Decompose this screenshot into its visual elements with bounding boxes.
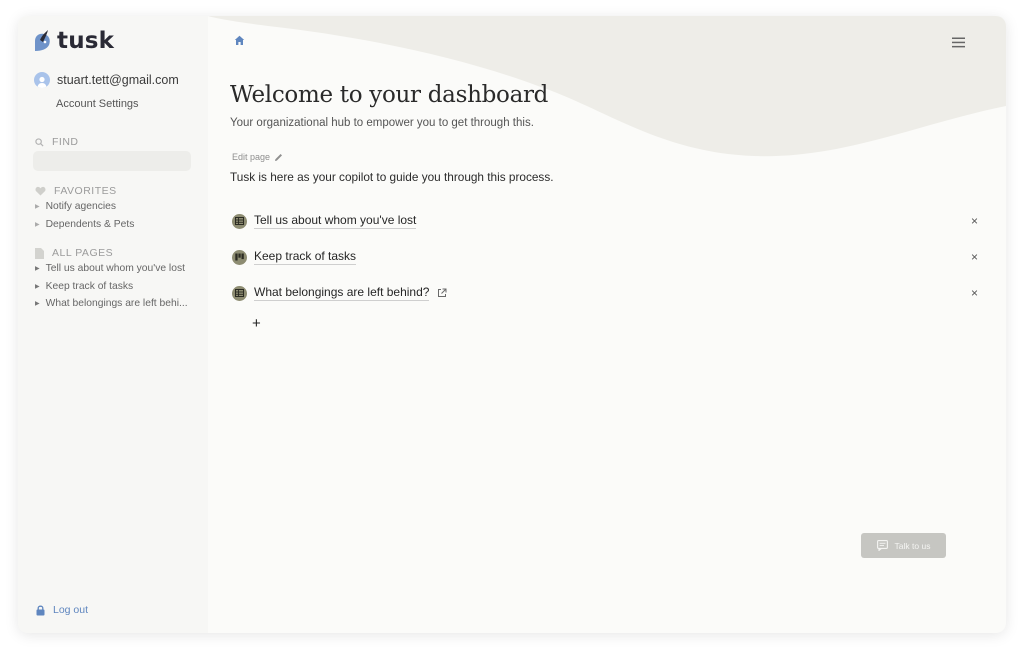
home-icon	[234, 35, 245, 45]
sidebar-item-whom-lost[interactable]: ▶ Tell us about whom you've lost	[35, 260, 188, 278]
search-input[interactable]	[33, 151, 191, 171]
hamburger-icon	[952, 37, 965, 48]
account-settings-link[interactable]: Account Settings	[56, 98, 139, 110]
logo-text: tusk	[57, 28, 115, 54]
favorites-label-text: FAVORITES	[54, 185, 117, 197]
page-link-label[interactable]: What belongings are left behind?	[254, 285, 430, 301]
sidebar-item-label: What belongings are left behi...	[45, 298, 188, 310]
lock-icon	[36, 605, 45, 616]
page-link-label[interactable]: Keep track of tasks	[254, 249, 357, 265]
sidebar-item-dependents-pets[interactable]: ▶ Dependents & Pets	[35, 216, 134, 234]
sidebar-item-label: Tell us about whom you've lost	[45, 263, 185, 275]
page-link-track-tasks[interactable]: Keep track of tasks	[232, 249, 357, 265]
add-page-link-button[interactable]: +	[252, 315, 261, 332]
edit-page-label: Edit page	[232, 152, 271, 162]
edit-page-button[interactable]: Edit page	[232, 152, 283, 162]
sidebar-item-notify-agencies[interactable]: ▶ Notify agencies	[35, 198, 134, 216]
intro-text: Tusk is here as your copilot to guide yo…	[230, 170, 554, 184]
sidebar-item-track-tasks[interactable]: ▶ Keep track of tasks	[35, 278, 188, 296]
page-link-whom-lost[interactable]: Tell us about whom you've lost	[232, 213, 417, 229]
all-pages-label: ALL PAGES	[35, 247, 113, 259]
person-icon	[37, 76, 47, 88]
find-label: FIND	[35, 136, 79, 148]
sidebar-item-belongings[interactable]: ▶ What belongings are left behi...	[35, 295, 188, 313]
page-subtitle: Your organizational hub to empower you t…	[230, 117, 534, 129]
talk-to-us-label: Talk to us	[894, 540, 931, 551]
logout-button[interactable]: Log out	[36, 604, 88, 616]
page-title: Welcome to your dashboard	[230, 82, 549, 108]
expand-triangle-icon[interactable]: ▶	[35, 221, 40, 228]
favorites-list: ▶ Notify agencies ▶ Dependents & Pets	[35, 198, 134, 233]
sidebar-item-label: Notify agencies	[45, 201, 117, 213]
pencil-icon	[274, 153, 283, 162]
table-icon	[232, 285, 247, 301]
heart-icon	[35, 186, 46, 196]
app-window: tusk stuart.tett@gmail.com Account Setti…	[18, 16, 1006, 633]
expand-triangle-icon[interactable]: ▶	[35, 203, 40, 210]
logo[interactable]: tusk	[33, 28, 114, 54]
page-link-label[interactable]: Tell us about whom you've lost	[254, 213, 417, 229]
sidebar-item-label: Keep track of tasks	[45, 280, 134, 292]
tusk-logo-icon	[35, 30, 50, 51]
expand-triangle-icon[interactable]: ▶	[35, 283, 40, 290]
logout-label: Log out	[53, 604, 89, 616]
expand-triangle-icon[interactable]: ▶	[35, 265, 40, 272]
page-link-belongings[interactable]: What belongings are left behind?	[232, 285, 447, 301]
home-button[interactable]	[234, 33, 245, 51]
favorites-label: FAVORITES	[35, 185, 117, 197]
talk-to-us-button[interactable]: Talk to us	[861, 533, 946, 558]
table-icon	[232, 213, 247, 229]
search-icon	[35, 137, 44, 147]
remove-link-button[interactable]: ×	[971, 286, 978, 300]
all-pages-list: ▶ Tell us about whom you've lost ▶ Keep …	[35, 260, 188, 313]
board-icon	[232, 249, 247, 265]
external-link-icon[interactable]	[437, 288, 447, 298]
sidebar: tusk stuart.tett@gmail.com Account Setti…	[18, 16, 208, 633]
remove-link-button[interactable]: ×	[971, 250, 978, 264]
find-label-text: FIND	[52, 136, 79, 148]
user-email: stuart.tett@gmail.com	[57, 73, 179, 87]
expand-triangle-icon[interactable]: ▶	[35, 300, 40, 307]
user-profile[interactable]: stuart.tett@gmail.com	[34, 72, 179, 88]
chat-icon	[876, 540, 888, 551]
document-icon	[35, 247, 44, 259]
hamburger-menu-button[interactable]	[952, 35, 965, 53]
sidebar-item-label: Dependents & Pets	[45, 218, 135, 230]
all-pages-label-text: ALL PAGES	[52, 247, 114, 259]
remove-link-button[interactable]: ×	[971, 214, 978, 228]
avatar	[34, 72, 50, 88]
